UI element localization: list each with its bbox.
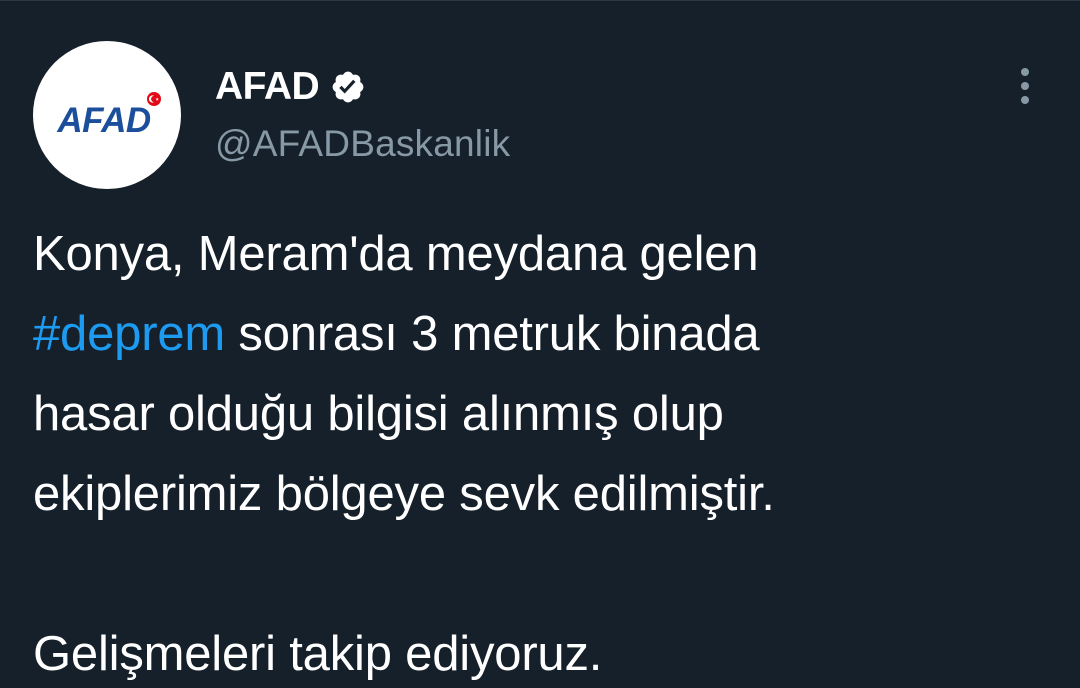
avatar-logo-text: AFAD bbox=[56, 101, 151, 140]
afad-logo: AFAD bbox=[56, 92, 161, 140]
tweet-line-6: Gelişmeleri takip ediyoruz. bbox=[33, 627, 603, 681]
tweet-line-3: hasar olduğu bilgisi alınmış olup bbox=[33, 387, 724, 441]
display-name[interactable]: AFAD bbox=[215, 65, 320, 109]
user-handle[interactable]: @AFADBaskanlik bbox=[215, 123, 510, 165]
tweet-line-2: #deprem sonrası 3 metruk binada bbox=[33, 294, 1063, 374]
tweet-line-2-text: sonrası 3 metruk binada bbox=[225, 307, 760, 361]
verified-badge-icon bbox=[330, 69, 366, 105]
avatar[interactable]: AFAD bbox=[33, 41, 181, 189]
hashtag-link[interactable]: #deprem bbox=[33, 307, 225, 361]
tweet-text: Konya, Meram'da meydana gelen #deprem so… bbox=[33, 214, 1063, 688]
tweet-line-4: ekiplerimiz bölgeye sevk edilmiştir. bbox=[33, 467, 775, 521]
more-vertical-icon[interactable] bbox=[1011, 65, 1039, 107]
tweet-line-1: Konya, Meram'da meydana gelen bbox=[33, 227, 759, 281]
display-name-row: AFAD bbox=[215, 63, 366, 111]
tweet: AFAD AFAD @AFADBaskanlik Konya, Meram'da… bbox=[0, 0, 1080, 688]
